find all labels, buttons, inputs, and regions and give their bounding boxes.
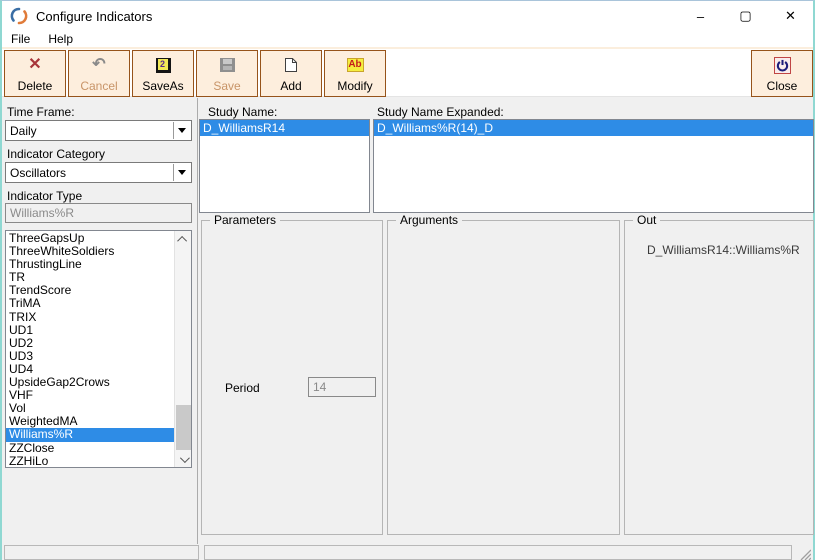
modify-button-label: Modify [337, 79, 372, 93]
period-field: 14 [308, 377, 376, 397]
power-icon [774, 57, 791, 74]
list-item[interactable]: ZZHiLo [6, 455, 174, 468]
status-pane-left [4, 545, 199, 560]
list-item[interactable]: Williams%R [6, 428, 174, 441]
close-button[interactable]: Close [751, 50, 813, 97]
scroll-up-icon[interactable] [175, 231, 192, 247]
delete-button-label: Delete [18, 79, 53, 93]
modify-button[interactable]: Ab Modify [324, 50, 386, 97]
list-item[interactable]: ZZClose [6, 442, 174, 455]
scroll-down-icon[interactable] [175, 451, 192, 467]
add-button-label: Add [280, 79, 301, 93]
indicator-category-value: Oscillators [10, 166, 66, 180]
chevron-down-icon[interactable] [173, 164, 190, 181]
resize-grip[interactable] [799, 548, 811, 560]
time-frame-label: Time Frame: [7, 105, 75, 119]
app-logo-icon [10, 7, 28, 25]
time-frame-dropdown[interactable]: Daily [5, 120, 192, 141]
menu-bar: File Help [2, 31, 813, 47]
list-item[interactable]: UD2 [6, 337, 174, 350]
delete-button[interactable]: ✕ Delete [4, 50, 66, 97]
scrollbar-thumb[interactable] [176, 405, 191, 450]
out-title: Out [633, 213, 660, 227]
parameters-title: Parameters [210, 213, 280, 227]
study-name-expanded-item[interactable]: D_Williams%R(14)_D [374, 120, 813, 136]
menu-file[interactable]: File [2, 32, 39, 46]
list-item[interactable]: TRIX [6, 311, 174, 324]
toolbar: ✕ Delete ↶ Cancel 2 SaveAs Save Add Ab [2, 47, 813, 97]
list-item[interactable]: ThrustingLine [6, 258, 174, 271]
indicator-type-value: Williams%R [10, 206, 74, 220]
study-name-label: Study Name: [208, 105, 277, 119]
close-button-label: Close [767, 79, 798, 93]
cancel-button[interactable]: ↶ Cancel [68, 50, 130, 97]
time-frame-value: Daily [10, 124, 37, 138]
period-label: Period [225, 381, 260, 395]
menu-help[interactable]: Help [39, 32, 82, 46]
arguments-title: Arguments [396, 213, 462, 227]
maximize-button[interactable]: ▢ [723, 1, 768, 31]
chevron-down-icon[interactable] [173, 122, 190, 139]
minimize-button[interactable]: – [678, 1, 723, 31]
list-item[interactable]: VHF [6, 389, 174, 402]
status-bar [2, 544, 813, 560]
list-scrollbar[interactable] [174, 231, 191, 467]
delete-x-icon: ✕ [28, 57, 41, 73]
client-area: Time Frame: Daily Indicator Category Osc… [2, 98, 813, 544]
save-as-button[interactable]: 2 SaveAs [132, 50, 194, 97]
cancel-button-label: Cancel [80, 79, 117, 93]
title-bar: Configure Indicators – ▢ ✕ [2, 1, 813, 31]
save-button-label: Save [213, 79, 240, 93]
study-name-expanded-list[interactable]: D_Williams%R(14)_D [373, 119, 814, 213]
list-item[interactable]: TriMA [6, 297, 174, 310]
indicator-category-dropdown[interactable]: Oscillators [5, 162, 192, 183]
indicator-list: ThreeGapsUpThreeWhiteSoldiersThrustingLi… [6, 231, 174, 467]
study-name-item[interactable]: D_WilliamsR14 [200, 120, 369, 136]
modify-ab-icon: Ab [347, 58, 364, 72]
new-page-icon [284, 57, 298, 73]
close-window-button[interactable]: ✕ [768, 1, 813, 31]
indicator-listbox[interactable]: ThreeGapsUpThreeWhiteSoldiersThrustingLi… [5, 230, 192, 468]
indicator-category-label: Indicator Category [7, 147, 105, 161]
out-groupbox: Out D_WilliamsR14::Williams%R [624, 220, 814, 535]
save-as-disk-icon: 2 [156, 58, 171, 73]
list-item[interactable]: UD3 [6, 350, 174, 363]
add-button[interactable]: Add [260, 50, 322, 97]
indicator-type-field: Williams%R [5, 203, 192, 223]
list-item[interactable]: UD1 [6, 324, 174, 337]
indicator-type-label: Indicator Type [7, 189, 82, 203]
study-name-list[interactable]: D_WilliamsR14 [199, 119, 370, 213]
save-as-button-label: SaveAs [142, 79, 183, 93]
configure-indicators-window: Configure Indicators – ▢ ✕ File Help ✕ D… [0, 0, 815, 560]
out-value: D_WilliamsR14::Williams%R [647, 243, 800, 257]
panel-divider [197, 98, 198, 544]
undo-arrow-icon: ↶ [92, 57, 105, 73]
parameters-groupbox: Parameters Period 14 [201, 220, 383, 535]
period-value: 14 [313, 380, 326, 394]
window-title: Configure Indicators [36, 9, 152, 24]
save-disk-icon [220, 58, 235, 72]
status-pane-right [204, 545, 792, 560]
save-button[interactable]: Save [196, 50, 258, 97]
study-name-expanded-label: Study Name Expanded: [377, 105, 504, 119]
arguments-groupbox: Arguments [387, 220, 620, 535]
